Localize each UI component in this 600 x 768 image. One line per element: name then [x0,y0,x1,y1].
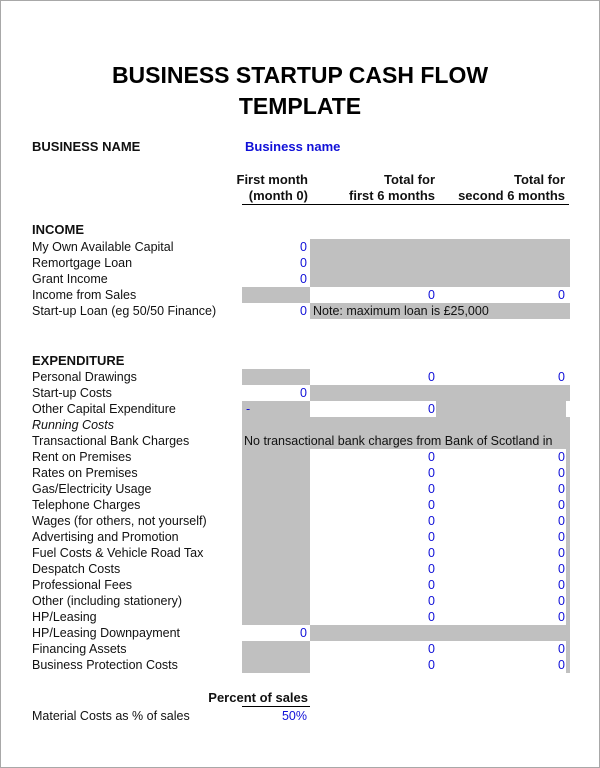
expenditure-row-label: Start-up Costs [32,386,112,400]
expenditure-row-label: Rates on Premises [32,466,138,480]
expenditure-col2-cell[interactable]: 0 [310,465,435,481]
expenditure-row-label: Other (including stationery) [32,594,183,608]
expenditure-col2-cell[interactable]: 0 [310,657,435,673]
title-line-2: TEMPLATE [238,93,362,119]
expenditure-row-label: Wages (for others, not yourself) [32,514,207,528]
col2-header-line1: Total for [383,172,435,187]
expenditure-col3-cell[interactable]: 0 [440,577,565,593]
expenditure-row-label: Despatch Costs [32,562,121,576]
running-edge-shade [566,449,570,625]
expenditure-row-label: HP/Leasing Downpayment [32,626,180,640]
income-sales-col3[interactable]: 0 [440,287,565,303]
startup-costs-locked [310,385,570,401]
expenditure-row-label: Business Protection Costs [32,658,178,672]
income-row-label: Remortgage Loan [32,256,133,270]
expenditure-col3-cell[interactable]: 0 [440,481,565,497]
expenditure-col3-cell[interactable]: 0 [440,497,565,513]
hp-downpayment-locked [310,625,570,641]
material-costs-percent[interactable]: 50% [242,708,307,724]
own-capital-col1[interactable]: 0 [242,239,307,255]
expenditure-col2-cell[interactable]: 0 [310,609,435,625]
income-row-label: Start-up Loan (eg 50/50 Finance) [32,304,217,318]
expenditure-col3-cell[interactable]: 0 [440,529,565,545]
income-row-label: Grant Income [32,272,108,286]
percent-of-sales-header: Percent of sales [208,690,308,705]
expenditure-row-label: Personal Drawings [32,370,137,384]
expenditure-col1-cell[interactable]: - [246,401,311,417]
expenditure-col1-cell[interactable]: 0 [242,625,307,641]
expenditure-col3-cell[interactable]: 0 [440,657,565,673]
expenditure-col3-cell[interactable]: 0 [440,369,565,385]
expenditure-col2-cell[interactable]: 0 [310,641,435,657]
expenditure-col3-cell[interactable]: 0 [440,641,565,657]
expenditure-col3-cell[interactable]: 0 [440,545,565,561]
expenditure-col2-cell[interactable]: 0 [310,513,435,529]
expenditure-col2-cell[interactable]: 0 [310,401,435,417]
col2-header-line2: first 6 months [349,188,435,203]
running-col1-locked [242,449,310,625]
col1-header-line1: First month [236,172,309,187]
expenditure-row-label: Rent on Premises [32,450,132,464]
expenditure-row-label: Financing Assets [32,642,127,656]
expenditure-col3-cell[interactable]: 0 [440,449,565,465]
income-row-label: My Own Available Capital [32,240,174,254]
financing-edge-shade [566,641,570,673]
expenditure-col3-cell[interactable]: 0 [440,593,565,609]
income-sales-col1-locked [242,287,310,303]
title-line-1: BUSINESS STARTUP CASH FLOW [111,62,489,88]
expenditure-col2-cell[interactable]: 0 [310,545,435,561]
expenditure-col2-cell[interactable]: 0 [310,593,435,609]
header-underline [242,204,569,205]
expenditure-row-label: Advertising and Promotion [32,530,179,544]
expenditure-row-label: HP/Leasing [32,610,97,624]
expenditure-row-label: Other Capital Expenditure [32,402,176,416]
expenditure-col2-cell[interactable]: 0 [310,449,435,465]
expenditure-heading: EXPENDITURE [32,353,125,368]
col3-header-line2: second 6 months [458,188,565,203]
expenditure-col3-cell[interactable]: 0 [440,513,565,529]
expenditure-col3-cell[interactable]: 0 [440,561,565,577]
other-capex-col3-locked [436,401,566,417]
grant-income-col1[interactable]: 0 [242,271,307,287]
page-title: BUSINESS STARTUP CASH FLOW TEMPLATE [0,60,600,122]
col1-header-line2: (month 0) [248,188,308,203]
col1-header: First month (month 0) [200,172,309,204]
material-costs-label: Material Costs as % of sales [32,709,190,723]
expenditure-col2-cell[interactable]: 0 [310,497,435,513]
exp-col1-locked [242,369,310,385]
col2-header: Total for first 6 months [310,172,435,204]
financing-col1-locked [242,641,310,673]
income-sales-col2[interactable]: 0 [310,287,435,303]
expenditure-col2-cell[interactable]: 0 [310,529,435,545]
business-name-input[interactable]: Business name [245,139,340,154]
running-costs-subheading: Running Costs [32,418,114,432]
income-row-label: Income from Sales [32,288,137,302]
expenditure-col3-cell[interactable]: 0 [440,465,565,481]
expenditure-col2-cell[interactable]: 0 [310,369,435,385]
expenditure-row-label: Telephone Charges [32,498,141,512]
income-locked-area [310,239,570,287]
expenditure-row-label: Gas/Electricity Usage [32,482,152,496]
expenditure-row-label: Professional Fees [32,578,133,592]
business-name-label: BUSINESS NAME [32,139,141,154]
expenditure-col3-cell[interactable]: 0 [440,609,565,625]
income-heading: INCOME [32,222,84,237]
percent-underline [242,706,310,707]
expenditure-row-label: Fuel Costs & Vehicle Road Tax [32,546,204,560]
expenditure-col1-cell[interactable]: 0 [242,385,307,401]
bank-charges-note: No transactional bank charges from Bank … [244,434,553,448]
remortgage-col1[interactable]: 0 [242,255,307,271]
expenditure-row-label: Transactional Bank Charges [32,434,190,448]
col3-header-line1: Total for [513,172,565,187]
expenditure-col2-cell[interactable]: 0 [310,577,435,593]
startup-loan-col1[interactable]: 0 [242,303,307,319]
startup-loan-note: Note: maximum loan is £25,000 [313,304,489,318]
col3-header: Total for second 6 months [440,172,565,204]
expenditure-col2-cell[interactable]: 0 [310,481,435,497]
expenditure-col2-cell[interactable]: 0 [310,561,435,577]
